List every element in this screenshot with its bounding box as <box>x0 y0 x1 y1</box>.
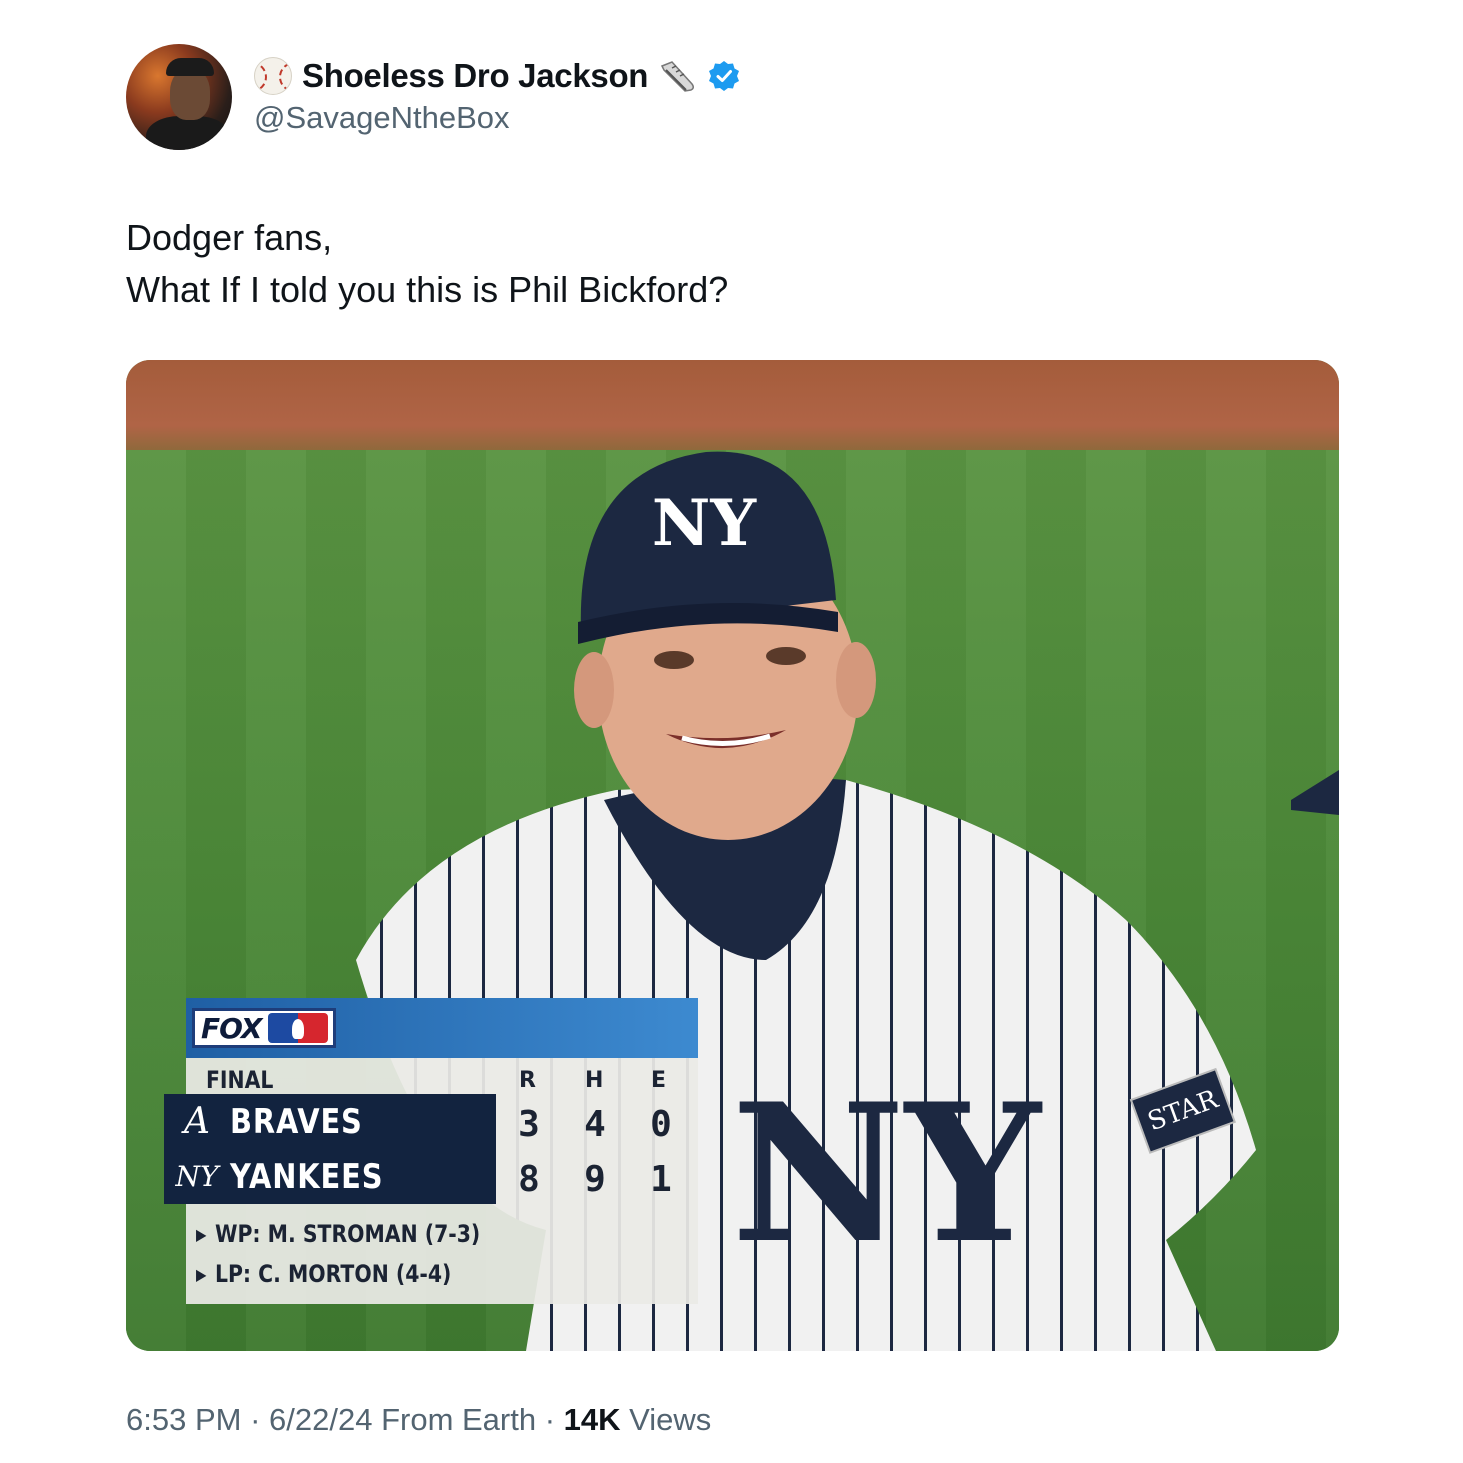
losing-pitcher: LP: C. MORTON (4-4) <box>214 1260 452 1288</box>
views-count[interactable]: 14K <box>564 1402 621 1437</box>
tweet-meta: 6:53 PM · 6/22/24 From Earth · 14K Views <box>126 1402 711 1438</box>
losing-pitcher-line: ▶ LP: C. MORTON (4-4) <box>196 1260 451 1288</box>
braves-errors: 0 <box>650 1104 672 1145</box>
game-status: FINAL <box>206 1066 274 1094</box>
yankees-errors: 1 <box>650 1159 672 1200</box>
fox-mlb-logo: FOX <box>192 1008 336 1048</box>
sneaker-icon <box>661 61 695 92</box>
meta-separator: · <box>536 1402 564 1437</box>
cap-ny-logo: NY <box>652 486 758 561</box>
tweet-date[interactable]: 6/22/24 <box>269 1402 372 1437</box>
scoreboard-header: FOX <box>186 998 698 1058</box>
play-arrow-icon: ▶ <box>196 1265 207 1284</box>
yankees-logo-icon: NY <box>175 1160 219 1193</box>
team-name-braves: BRAVES <box>230 1101 363 1142</box>
avatar-body <box>146 116 230 150</box>
yankees-hits: 9 <box>584 1159 606 1200</box>
teams-block: A BRAVES NY YANKEES <box>164 1094 496 1204</box>
winning-pitcher: WP: M. STROMAN (7-3) <box>214 1220 481 1248</box>
team-row-braves: A BRAVES <box>164 1094 496 1149</box>
avatar-cap <box>166 58 214 76</box>
author-handle[interactable]: @SavageNtheBox <box>254 100 510 136</box>
tweet-media-image[interactable]: NY NY STAR FOX FINAL R H E A BRAVES NY Y… <box>126 360 1339 1351</box>
tweet-time[interactable]: 6:53 PM <box>126 1402 241 1437</box>
runs-header: R <box>519 1068 536 1093</box>
hits-header: H <box>585 1068 604 1093</box>
meta-separator: · <box>241 1402 270 1437</box>
braves-hits: 4 <box>584 1104 606 1145</box>
verified-badge-icon <box>709 61 740 91</box>
braves-logo-icon: A <box>184 1101 210 1142</box>
errors-header: E <box>651 1068 667 1093</box>
team-name-yankees: YANKEES <box>230 1156 384 1197</box>
tweet-line-2: What If I told you this is Phil Bickford… <box>126 269 729 310</box>
baseball-icon <box>254 57 292 95</box>
mlb-logo-icon <box>267 1013 328 1043</box>
yankees-runs: 8 <box>518 1159 540 1200</box>
author-name-row[interactable]: Shoeless Dro Jackson <box>254 56 740 96</box>
tweet-text: Dodger fans, What If I told you this is … <box>126 212 728 316</box>
author-display-name[interactable]: Shoeless Dro Jackson <box>302 57 648 95</box>
braves-runs: 3 <box>518 1104 540 1145</box>
tweet-line-1: Dodger fans, <box>126 217 333 258</box>
tweet-source: From Earth <box>372 1402 537 1437</box>
jersey-ny-logo: NY <box>731 1062 1043 1285</box>
team-row-yankees: NY YANKEES <box>164 1149 496 1204</box>
winning-pitcher-line: ▶ WP: M. STROMAN (7-3) <box>196 1220 480 1248</box>
network-label: FOX <box>201 1011 263 1045</box>
scoreboard-body: FINAL R H E A BRAVES NY YANKEES 3 4 0 8 … <box>164 1058 698 1304</box>
author-avatar[interactable] <box>126 44 232 150</box>
play-arrow-icon: ▶ <box>196 1225 207 1244</box>
views-label: Views <box>620 1402 712 1437</box>
scoreboard-overlay: FOX FINAL R H E A BRAVES NY YANKEES 3 4 <box>164 998 698 1304</box>
